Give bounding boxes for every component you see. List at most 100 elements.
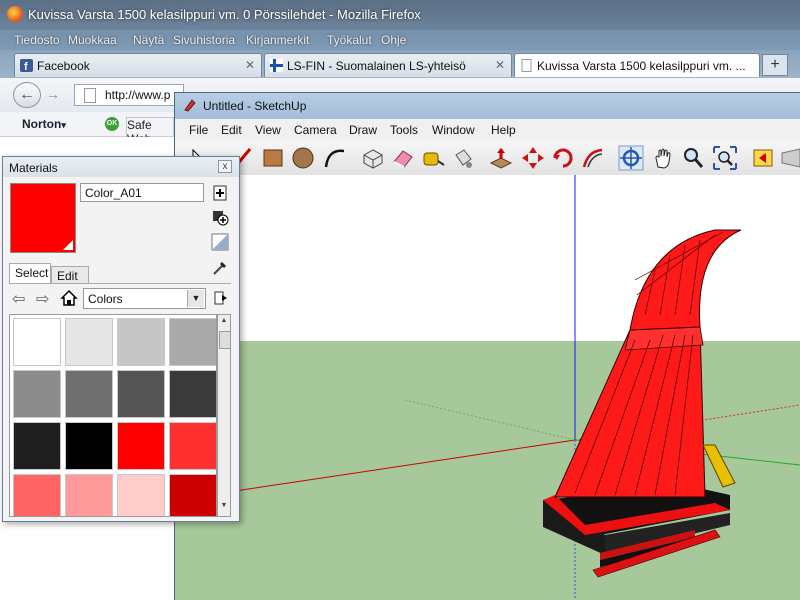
- menu-edit[interactable]: Muokkaa: [68, 33, 117, 47]
- firefox-tab-strip: f Facebook ✕ LS-FIN - Suomalainen LS-yht…: [0, 50, 800, 78]
- close-icon[interactable]: ✕: [495, 58, 505, 72]
- make-component-icon[interactable]: [360, 145, 386, 171]
- tab-label: LS-FIN - Suomalainen LS-yhteisö: [287, 59, 466, 73]
- previous-view-icon[interactable]: [750, 145, 776, 171]
- rectangle-icon[interactable]: [260, 145, 286, 171]
- color-swatch[interactable]: [65, 370, 113, 418]
- color-swatch[interactable]: [169, 370, 216, 418]
- tab-divider: [9, 283, 231, 284]
- details-arrow-icon[interactable]: [211, 289, 229, 307]
- firefox-title-bar: Kuvissa Varsta 1500 kelasilppuri vm. 0 P…: [0, 0, 800, 30]
- pan-hand-icon[interactable]: [650, 145, 676, 171]
- color-swatch[interactable]: [117, 370, 165, 418]
- menu-tools[interactable]: Tools: [390, 123, 418, 137]
- current-material-preview[interactable]: [10, 183, 76, 253]
- sample-paint-icon[interactable]: [211, 208, 229, 226]
- firefox-logo-icon: [7, 6, 23, 22]
- tab-select[interactable]: Select: [9, 263, 51, 283]
- library-dropdown-value: Colors: [88, 292, 123, 306]
- facebook-icon: f: [20, 59, 33, 72]
- color-swatch[interactable]: [65, 422, 113, 470]
- menu-file[interactable]: Tiedosto: [14, 33, 60, 47]
- back-arrow-icon[interactable]: ⇦: [12, 289, 25, 309]
- new-tab-button[interactable]: +: [762, 54, 788, 76]
- circle-icon[interactable]: [290, 145, 316, 171]
- color-swatch[interactable]: [117, 474, 165, 516]
- page-icon: [521, 59, 532, 72]
- swatch-scrollbar[interactable]: ▲ ▼: [217, 314, 231, 517]
- move-icon[interactable]: [520, 145, 546, 171]
- color-swatch[interactable]: [13, 370, 61, 418]
- chevron-down-icon: ▼: [187, 290, 204, 307]
- close-button[interactable]: x: [218, 160, 232, 173]
- scroll-up-icon[interactable]: ▲: [219, 317, 229, 329]
- color-swatch[interactable]: [169, 318, 216, 366]
- paint-bucket-icon[interactable]: [450, 145, 476, 171]
- color-swatch[interactable]: [169, 474, 216, 516]
- tab-label: Facebook: [37, 59, 90, 73]
- finland-flag-icon: [270, 59, 283, 72]
- push-pull-icon[interactable]: [488, 145, 514, 171]
- color-swatch[interactable]: [117, 422, 165, 470]
- create-material-icon[interactable]: [211, 184, 229, 202]
- orbit-icon[interactable]: [618, 145, 644, 171]
- url-bar[interactable]: http://www.p: [74, 84, 184, 106]
- tab-select-label: Select: [15, 266, 49, 280]
- forward-arrow-icon[interactable]: ⇨: [36, 289, 49, 309]
- menu-bookmarks[interactable]: Kirjanmerkit: [246, 33, 309, 47]
- tab-facebook[interactable]: f Facebook ✕: [14, 53, 262, 77]
- home-icon[interactable]: [60, 289, 78, 307]
- firefox-menu-bar: Tiedosto Muokkaa Näytä Sivuhistoria Kirj…: [0, 30, 800, 50]
- eyedropper-icon[interactable]: [211, 259, 229, 277]
- menu-camera[interactable]: Camera: [294, 123, 337, 137]
- menu-view[interactable]: Näytä: [133, 33, 164, 47]
- library-dropdown[interactable]: Colors ▼: [83, 288, 206, 309]
- tab-label: Kuvissa Varsta 1500 kelasilppuri vm. ...: [537, 59, 746, 73]
- zoom-extents-icon[interactable]: [712, 145, 738, 171]
- tab-ls-fin[interactable]: LS-FIN - Suomalainen LS-yhteisö ✕: [264, 53, 512, 77]
- zoom-icon[interactable]: [680, 145, 706, 171]
- menu-edit[interactable]: Edit: [221, 123, 242, 137]
- scroll-down-icon[interactable]: ▼: [219, 502, 229, 514]
- tab-kuvissa-varsta[interactable]: Kuvissa Varsta 1500 kelasilppuri vm. ...: [514, 53, 760, 77]
- firefox-window-title: Kuvissa Varsta 1500 kelasilppuri vm. 0 P…: [28, 7, 421, 22]
- menu-file[interactable]: File: [189, 123, 208, 137]
- norton-menu[interactable]: Norton▾: [22, 117, 66, 131]
- material-name-value: Color_A01: [85, 186, 142, 200]
- materials-title-bar[interactable]: Materials: [3, 157, 239, 177]
- sketchup-window-title: Untitled - SketchUp: [203, 99, 307, 113]
- arc-icon[interactable]: [322, 145, 348, 171]
- color-swatch[interactable]: [65, 318, 113, 366]
- material-swatch-grid: [9, 314, 217, 517]
- offset-icon[interactable]: [580, 145, 606, 171]
- color-swatch[interactable]: [13, 318, 61, 366]
- scroll-thumb[interactable]: [219, 331, 231, 349]
- sketchup-menu-bar: File Edit View Camera Draw Tools Window …: [175, 119, 800, 142]
- color-swatch[interactable]: [169, 422, 216, 470]
- rotate-icon[interactable]: [550, 145, 576, 171]
- menu-history[interactable]: Sivuhistoria: [173, 33, 235, 47]
- material-name-field[interactable]: Color_A01: [80, 183, 204, 202]
- color-swatch[interactable]: [13, 422, 61, 470]
- menu-help[interactable]: Ohje: [381, 33, 406, 47]
- menu-help[interactable]: Help: [491, 123, 516, 137]
- menu-window[interactable]: Window: [432, 123, 475, 137]
- close-icon[interactable]: ✕: [245, 58, 255, 72]
- norton-label: Norton: [22, 117, 62, 131]
- tape-measure-icon[interactable]: [420, 145, 446, 171]
- back-button[interactable]: ←: [13, 82, 41, 108]
- safe-web-ok-icon: OK: [105, 117, 119, 131]
- default-material-icon[interactable]: [211, 233, 229, 251]
- menu-tools[interactable]: Työkalut: [327, 33, 372, 47]
- color-swatch[interactable]: [65, 474, 113, 516]
- sketchup-viewport[interactable]: [175, 175, 800, 600]
- color-swatch[interactable]: [13, 474, 61, 516]
- eraser-icon[interactable]: [390, 145, 416, 171]
- menu-view[interactable]: View: [255, 123, 281, 137]
- forward-button[interactable]: →: [42, 86, 64, 104]
- menu-draw[interactable]: Draw: [349, 123, 377, 137]
- model-scene[interactable]: [175, 175, 800, 600]
- tab-edit[interactable]: Edit: [51, 266, 89, 283]
- color-swatch[interactable]: [117, 318, 165, 366]
- next-view-icon[interactable]: [778, 145, 800, 171]
